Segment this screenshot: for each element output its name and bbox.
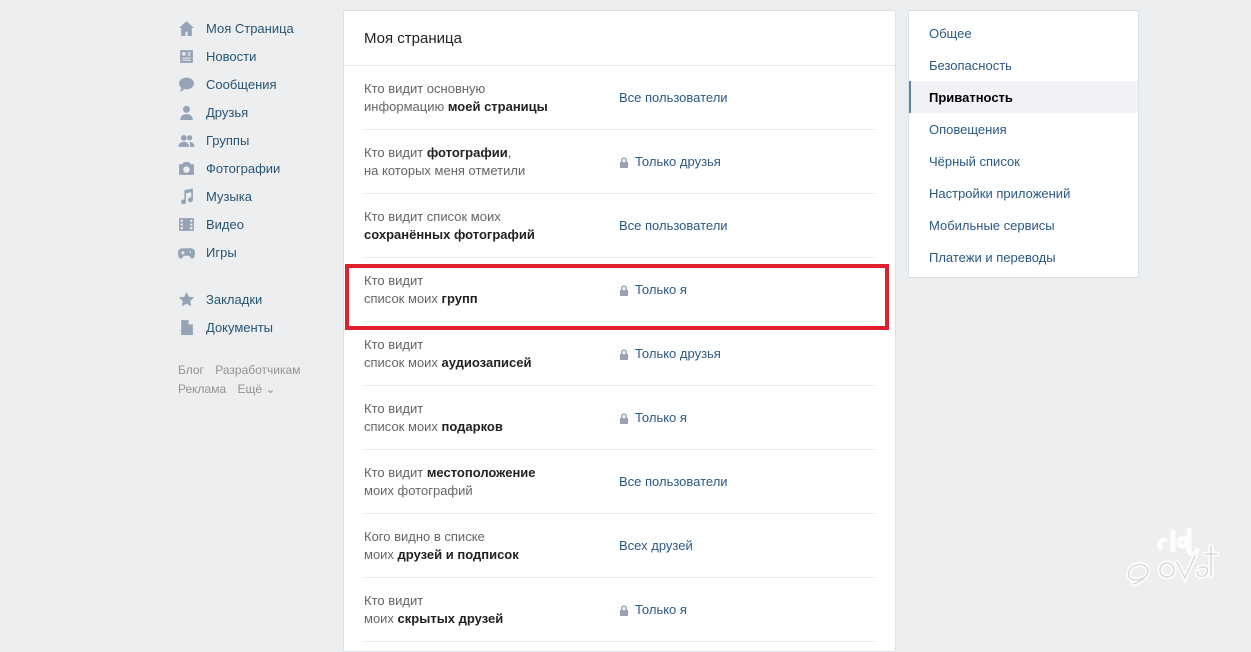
friends-icon [178,104,195,121]
gamepad-icon [178,244,195,261]
nav-friends[interactable]: Друзья [178,98,338,126]
settings-menu-security[interactable]: Безопасность [909,49,1138,81]
camera-icon [178,160,195,177]
privacy-row-friends-list: Кого видно в списке моих друзей и подпис… [364,514,875,578]
lock-icon [619,412,629,424]
footer-link-more[interactable]: Ещё ⌄ [237,382,275,396]
nav-label: Новости [206,48,257,64]
lock-icon [619,284,629,296]
lock-icon [619,156,629,168]
privacy-question: Кто видит местоположение моих фотографий [364,464,536,498]
nav-divider [178,266,338,285]
footer-link-blog[interactable]: Блог [178,363,204,377]
nav-label: Группы [206,132,250,148]
news-icon [178,48,195,65]
privacy-question: Кто видит моих скрытых друзей [364,592,504,626]
home-icon [178,20,195,37]
settings-menu: Общее Безопасность Приватность Оповещени… [908,10,1139,278]
privacy-value-dropdown[interactable]: Только друзья [619,346,721,361]
nav-label: Закладки [206,291,263,307]
footer-link-ads[interactable]: Реклама [178,382,226,396]
privacy-row-gifts: Кто видит список моих подарков Только я [364,386,875,450]
settings-menu-notifications[interactable]: Оповещения [909,113,1138,145]
settings-menu-mobile-services[interactable]: Мобильные сервисы [909,209,1138,241]
nav-label: Игры [206,244,237,260]
nav-label: Видео [206,216,244,232]
settings-menu-privacy[interactable]: Приватность [909,81,1138,113]
video-icon [178,216,195,233]
privacy-row-photo-location: Кто видит местоположение моих фотографий… [364,450,875,514]
nav-label: Сообщения [206,76,277,92]
privacy-row-hidden-friends: Кто видит моих скрытых друзей Только я [364,578,875,642]
privacy-row-groups: Кто видит список моих групп Только я [364,258,875,322]
privacy-row-saved-photos: Кто видит список моих сохранённых фотогр… [364,194,875,258]
lock-icon [619,604,629,616]
nav-bookmarks[interactable]: Закладки [178,285,338,313]
document-icon [178,319,195,336]
footer-link-developers[interactable]: Разработчикам [215,363,300,377]
privacy-question: Кто видит список моих групп [364,272,478,306]
privacy-rows: Кто видит основную информацию моей стран… [344,66,895,642]
privacy-question: Кто видит список моих подарков [364,400,503,434]
nav-photos[interactable]: Фотографии [178,154,338,182]
privacy-settings-card: Моя страница Кто видит основную информац… [343,10,896,652]
settings-menu-payments[interactable]: Платежи и переводы [909,241,1138,273]
nav-groups[interactable]: Группы [178,126,338,154]
lock-icon [619,348,629,360]
page-title: Моя страница [344,11,895,66]
settings-menu-blacklist[interactable]: Чёрный список [909,145,1138,177]
privacy-row-audio: Кто видит список моих аудиозаписей Тольк… [364,322,875,386]
nav-label: Моя Страница [206,20,294,36]
music-icon [178,188,195,205]
nav-my-page[interactable]: Моя Страница [178,14,338,42]
settings-menu-app-settings[interactable]: Настройки приложений [909,177,1138,209]
privacy-question: Кто видит основную информацию моей стран… [364,80,548,114]
nav-messages[interactable]: Сообщения [178,70,338,98]
privacy-value-dropdown[interactable]: Только я [619,282,687,297]
privacy-question: Кто видит фотографии, на которых меня от… [364,144,526,178]
privacy-value-dropdown[interactable]: Всех друзей [619,538,693,553]
nav-label: Друзья [206,104,249,120]
privacy-value-dropdown[interactable]: Все пользователи [619,218,728,233]
nav-video[interactable]: Видео [178,210,338,238]
privacy-question: Кого видно в списке моих друзей и подпис… [364,528,519,562]
groups-icon [178,132,195,149]
nav-label: Музыка [206,188,252,204]
watermark-logo [1126,527,1220,587]
nav-games[interactable]: Игры [178,238,338,266]
privacy-value-dropdown[interactable]: Все пользователи [619,90,728,105]
privacy-value-dropdown[interactable]: Только друзья [619,154,721,169]
nav-music[interactable]: Музыка [178,182,338,210]
privacy-row-main-info: Кто видит основную информацию моей стран… [364,66,875,130]
privacy-value-dropdown[interactable]: Все пользователи [619,474,728,489]
star-icon [178,291,195,308]
privacy-question: Кто видит список моих аудиозаписей [364,336,532,370]
footer-links: Блог Разработчикам Реклама Ещё ⌄ [178,361,338,399]
privacy-value-dropdown[interactable]: Только я [619,602,687,617]
messages-icon [178,76,195,93]
settings-menu-general[interactable]: Общее [909,17,1138,49]
nav-label: Фотографии [206,160,281,176]
privacy-question: Кто видит список моих сохранённых фотогр… [364,208,535,242]
privacy-row-tagged-photos: Кто видит фотографии, на которых меня от… [364,130,875,194]
nav-documents[interactable]: Документы [178,313,338,341]
left-navigation: Моя Страница Новости Сообщения Друзья Гр… [178,14,338,399]
nav-label: Документы [206,319,274,335]
nav-news[interactable]: Новости [178,42,338,70]
privacy-value-dropdown[interactable]: Только я [619,410,687,425]
